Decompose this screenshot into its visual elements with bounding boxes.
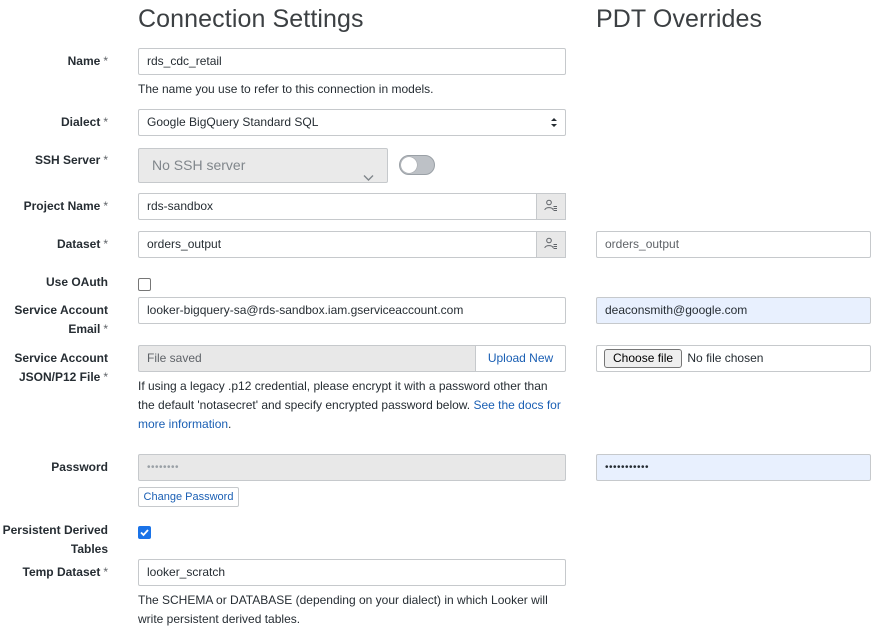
pdt-password-input[interactable]: •••••••••••	[596, 454, 871, 481]
choose-file-button[interactable]: Choose file	[604, 349, 683, 368]
docs-link[interactable]: See the docs for	[473, 398, 560, 412]
name-hint: The name you use to refer to this connec…	[138, 82, 434, 96]
user-attribute-icon	[544, 199, 558, 214]
service-account-email-input[interactable]: looker-bigquery-sa@rds-sandbox.iam.gserv…	[138, 297, 566, 324]
dataset-input[interactable]: orders_output	[138, 231, 538, 258]
password-input[interactable]: ••••••••	[138, 454, 566, 481]
ssh-server-label: SSH Server *	[34, 153, 108, 167]
dialect-label: Dialect *	[60, 115, 108, 129]
upload-new-button[interactable]: Upload New	[475, 345, 566, 372]
temp-dataset-input[interactable]: looker_scratch	[138, 559, 566, 586]
temp-dataset-label: Temp Dataset *	[22, 565, 108, 579]
use-oauth-checkbox[interactable]	[138, 278, 151, 291]
ssh-server-select[interactable]: No SSH server	[138, 148, 388, 183]
user-attribute-icon	[544, 237, 558, 252]
user-attribute-button[interactable]	[536, 231, 566, 258]
password-label: Password	[51, 460, 108, 474]
dataset-label: Dataset *	[56, 237, 108, 251]
ssh-toggle[interactable]	[399, 155, 435, 175]
service-account-file-label: Service Account JSON/P12 File *	[14, 351, 108, 384]
user-attribute-button[interactable]	[536, 193, 566, 220]
pdt-service-account-email-input[interactable]: deaconsmith@google.com	[596, 297, 871, 324]
change-password-button[interactable]: Change Password	[138, 487, 239, 507]
pdt-overrides-heading: PDT Overrides	[596, 5, 763, 33]
pdt-file-picker[interactable]: Choose file No file chosen	[596, 345, 871, 372]
docs-link-more[interactable]: more information	[138, 417, 228, 431]
select-arrows-icon	[551, 110, 557, 135]
chevron-down-icon	[363, 161, 374, 182]
service-account-email-label: Service Account Email *	[14, 303, 108, 336]
pdt-label: Persistent Derived Tables	[2, 523, 108, 556]
project-name-label: Project Name *	[23, 199, 108, 213]
name-input[interactable]: rds_cdc_retail	[138, 48, 566, 75]
service-account-file-hint: If using a legacy .p12 credential, pleas…	[138, 379, 561, 431]
dialect-select[interactable]: Google BigQuery Standard SQL	[138, 109, 566, 136]
dialect-value: Google BigQuery Standard SQL	[147, 115, 319, 129]
use-oauth-label: Use OAuth	[45, 275, 108, 289]
pdt-checkbox[interactable]	[138, 526, 151, 539]
no-file-chosen-text: No file chosen	[687, 351, 764, 365]
project-name-input[interactable]: rds-sandbox	[138, 193, 538, 220]
pdt-dataset-input[interactable]: orders_output	[596, 231, 871, 258]
connection-settings-heading: Connection Settings	[138, 5, 364, 33]
ssh-server-value: No SSH server	[152, 157, 246, 173]
toggle-knob	[401, 157, 417, 173]
temp-dataset-hint: The SCHEMA or DATABASE (depending on you…	[138, 593, 548, 626]
name-label: Name *	[67, 54, 108, 68]
checkmark-icon	[140, 529, 149, 537]
service-account-file-status: File saved	[138, 345, 476, 372]
